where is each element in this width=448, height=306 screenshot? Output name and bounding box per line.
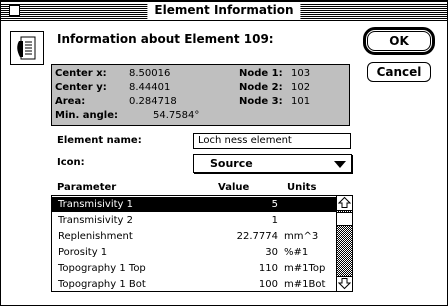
center-y-value: 8.44401 (129, 82, 171, 93)
table-row[interactable]: Transmisivity 1 5 (52, 197, 336, 212)
vertical-scrollbar[interactable] (336, 196, 352, 291)
element-name-label: Element name: (57, 135, 142, 146)
arrow-down-icon[interactable] (337, 276, 352, 291)
parameter-cell: Transmisivity 1 (58, 199, 134, 210)
scroll-thumb[interactable] (337, 212, 352, 226)
units-cell: m#1Top (284, 263, 326, 274)
table-row[interactable]: Replenishment 22.7774 mm^3 (52, 229, 336, 244)
parameter-cell: Topography 1 Bot (58, 279, 146, 290)
ok-button[interactable]: OK (363, 27, 435, 55)
element-name-field[interactable]: Loch ness element (193, 133, 351, 149)
center-y-label: Center y: (55, 82, 107, 93)
title-bar[interactable]: Element Information (1, 1, 447, 21)
area-value: 0.284718 (129, 96, 177, 107)
parameter-cell: Topography 1 Top (58, 263, 146, 274)
table-row[interactable]: Porosity 1 30 %#1 (52, 245, 336, 260)
parameter-cell: Replenishment (58, 231, 133, 242)
triangle-down-icon (334, 161, 346, 168)
arrow-up-icon[interactable] (337, 196, 352, 211)
node2-value: 102 (291, 82, 311, 93)
parameter-list[interactable]: Transmisivity 1 5 Transmisivity 2 1 Repl… (51, 195, 353, 292)
area-label: Area: (55, 96, 86, 107)
node2-label: Node 2: (239, 82, 283, 93)
element-information-dialog: Element Information Information about El… (0, 0, 448, 306)
table-row[interactable]: Topography 1 Top 110 m#1Top (52, 261, 336, 276)
cancel-button[interactable]: Cancel (367, 62, 431, 82)
node1-label: Node 1: (239, 68, 283, 79)
min-angle-value: 54.7584° (153, 110, 200, 121)
value-cell: 110 (258, 263, 278, 274)
parameter-cell: Porosity 1 (58, 247, 108, 258)
value-cell: 22.7774 (236, 231, 278, 242)
value-cell: 1 (271, 215, 278, 226)
units-cell: m#1Bot (284, 279, 326, 290)
units-column-header: Units (287, 182, 317, 193)
element-info-panel: Center x: 8.50016 Center y: 8.44401 Area… (51, 64, 350, 126)
icon-popup-value: Source (210, 157, 253, 170)
node1-value: 103 (291, 68, 311, 79)
close-box[interactable] (9, 5, 20, 16)
units-cell: %#1 (284, 247, 309, 258)
document-face-icon (10, 31, 44, 65)
min-angle-label: Min. angle: (55, 110, 119, 121)
value-cell: 30 (265, 247, 278, 258)
center-x-value: 8.50016 (129, 68, 171, 79)
parameter-cell: Transmisivity 2 (58, 215, 134, 226)
units-cell: mm^3 (284, 231, 319, 242)
dialog-heading: Information about Element 109: (57, 32, 274, 46)
value-cell: 100 (258, 279, 278, 290)
parameter-column-header: Parameter (57, 182, 117, 193)
value-column-header: Value (218, 182, 250, 193)
table-row[interactable]: Transmisivity 2 1 (52, 213, 336, 228)
icon-popup-menu[interactable]: Source (193, 154, 352, 173)
table-row[interactable]: Topography 1 Bot 100 m#1Bot (52, 277, 336, 291)
value-cell: 5 (271, 199, 278, 210)
icon-label: Icon: (57, 157, 85, 168)
node3-value: 101 (291, 96, 311, 107)
node3-label: Node 3: (239, 96, 283, 107)
window-title: Element Information (147, 2, 301, 19)
center-x-label: Center x: (55, 68, 107, 79)
